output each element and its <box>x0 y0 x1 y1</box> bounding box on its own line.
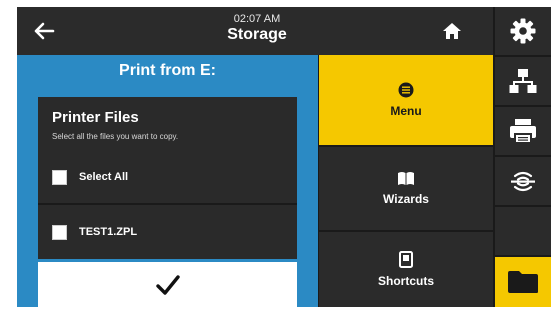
network-icon <box>509 69 537 93</box>
header-center: 02:07 AM Storage <box>187 13 327 45</box>
wizards-label: Wizards <box>383 192 429 206</box>
settings-button[interactable] <box>495 7 551 55</box>
clock-time: 02:07 AM <box>233 13 281 25</box>
printer-files-panel: Printer Files Select all the files you w… <box>38 97 297 259</box>
dialog-title: Print from E: <box>119 62 216 79</box>
select-all-option[interactable]: Select All <box>52 165 282 189</box>
confirm-button[interactable] <box>38 262 297 307</box>
book-icon <box>398 172 414 185</box>
folder-icon <box>508 271 538 293</box>
file-checkbox[interactable] <box>52 224 67 240</box>
checkmark-icon <box>155 274 180 295</box>
wireless-button[interactable] <box>495 157 551 205</box>
top-bar: 02:07 AM Storage <box>17 7 493 55</box>
menu-button[interactable]: Menu <box>319 55 493 145</box>
network-button[interactable] <box>495 57 551 105</box>
select-all-checkbox[interactable] <box>52 169 67 185</box>
page-title: Storage <box>227 26 287 43</box>
printer-button[interactable] <box>495 107 551 155</box>
select-all-label: Select All <box>79 171 129 183</box>
shortcuts-label: Shortcuts <box>377 274 434 288</box>
divider <box>38 203 297 205</box>
panel-title: Printer Files <box>52 109 139 126</box>
file-option[interactable]: TEST1.ZPL <box>52 220 282 244</box>
connectivity-button[interactable] <box>495 207 551 255</box>
gear-icon <box>510 18 536 44</box>
home-icon <box>443 23 461 39</box>
menu-icon <box>398 82 414 98</box>
home-button[interactable] <box>435 17 469 45</box>
print-from-dialog: Print from E: Printer Files Select all t… <box>17 55 318 307</box>
file-label: TEST1.ZPL <box>79 226 138 238</box>
menu-label: Menu <box>390 104 422 118</box>
wireless-icon <box>511 171 535 192</box>
printer-screen: 02:07 AM Storage Print from E: Printer F… <box>17 7 551 307</box>
bookmark-icon <box>399 251 413 268</box>
storage-button[interactable] <box>495 257 551 307</box>
panel-description: Select all the files you want to copy. <box>52 132 179 141</box>
wizards-button[interactable]: Wizards <box>319 147 493 230</box>
printer-icon <box>510 119 536 143</box>
back-button[interactable] <box>27 15 61 47</box>
shortcuts-button[interactable]: Shortcuts <box>319 232 493 307</box>
back-arrow-icon <box>34 22 55 40</box>
